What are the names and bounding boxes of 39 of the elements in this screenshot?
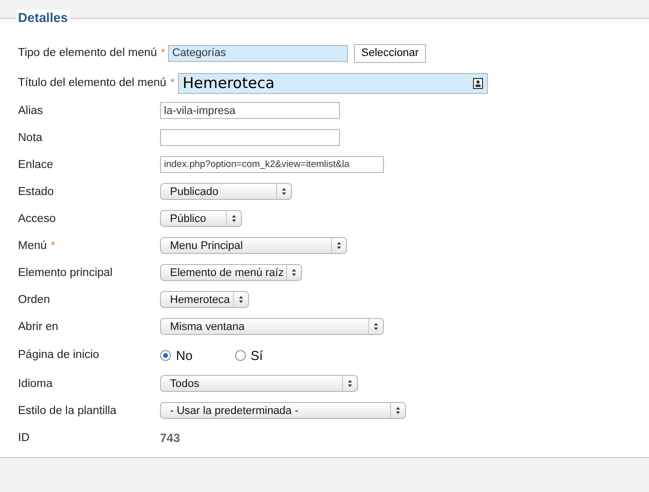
field-label: ID [18, 432, 30, 444]
field-label: Abrir en [18, 320, 58, 332]
radio-label: No [176, 348, 193, 362]
radio-label: Sí [250, 348, 263, 362]
required-marker: * [170, 77, 175, 89]
section-legend: Detalles [16, 10, 70, 25]
required-marker: * [50, 240, 56, 252]
dropdown[interactable]: Público [160, 210, 242, 227]
link-field[interactable]: index.php?option=com_k2&view=itemlist&la [160, 156, 384, 173]
field-label: Alias [18, 104, 43, 116]
title-field[interactable]: Hemeroteca [178, 72, 488, 94]
field-label: Acceso [18, 212, 56, 224]
radio-option[interactable]: No [160, 348, 193, 362]
field-label: Título del elemento del menú [18, 77, 166, 89]
required-marker: * [160, 47, 166, 59]
field-label: Elemento principal [18, 266, 113, 278]
select-button[interactable]: Seleccionar [354, 44, 426, 62]
dropdown[interactable]: Misma ventana [160, 318, 384, 335]
field-label: Nota [18, 132, 42, 144]
field-label: Menú [18, 240, 47, 252]
radio-option[interactable]: Sí [234, 348, 263, 362]
field-label: Tipo de elemento del menú [18, 47, 157, 59]
dropdown[interactable]: Menu Principal [160, 237, 347, 254]
text-field[interactable]: la-vila-impresa [160, 102, 340, 119]
id-value: 743 [160, 430, 180, 444]
field-label: Orden [18, 294, 50, 306]
field-label: Enlace [18, 158, 54, 170]
field-label: Estado [18, 186, 54, 198]
field-label: Página de inicio [18, 349, 100, 361]
dropdown[interactable]: Hemeroteca [160, 291, 249, 308]
dropdown[interactable]: Todos [160, 375, 358, 392]
dropdown[interactable]: Publicado [160, 183, 292, 200]
field-label: Idioma [18, 378, 53, 390]
dropdown[interactable]: - Usar la predeterminada - [160, 402, 406, 419]
field-label: Estilo de la plantilla [18, 404, 116, 416]
menu-type-field[interactable]: Categorías [168, 44, 348, 62]
text-field[interactable] [160, 129, 340, 146]
dropdown[interactable]: Elemento de menú raíz [160, 264, 302, 281]
contact-card-icon [472, 78, 483, 88]
